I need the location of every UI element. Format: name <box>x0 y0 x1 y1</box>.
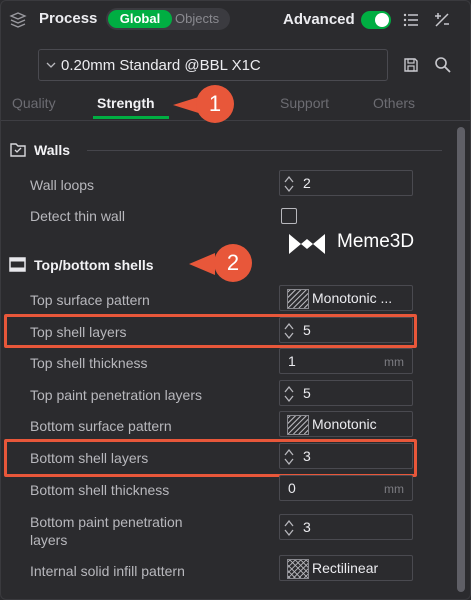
advanced-label: Advanced <box>283 11 355 28</box>
bottom-surface-pattern-label: Bottom surface pattern <box>30 418 172 434</box>
tab-quality[interactable]: Quality <box>12 95 56 111</box>
callout-1-marker: 1 <box>196 85 234 123</box>
shells-section-icon <box>9 257 26 272</box>
spinner-arrows-icon[interactable] <box>284 518 294 538</box>
save-icon[interactable] <box>403 57 419 73</box>
bottom-shell-thickness-input[interactable]: 0 mm <box>279 475 413 501</box>
search-icon[interactable] <box>434 56 451 73</box>
top-shell-layers-highlight <box>4 314 417 348</box>
spinner-arrows-icon[interactable] <box>284 384 294 404</box>
meme3d-watermark: Meme3D <box>287 229 447 259</box>
bottom-surface-pattern-value: Monotonic <box>312 416 377 432</box>
bottom-paint-penetration-label-line1: Bottom paint penetration <box>30 514 183 530</box>
bottom-surface-pattern-select[interactable]: Monotonic <box>279 411 413 437</box>
chevron-down-icon <box>46 62 56 68</box>
preset-dropdown[interactable]: 0.20mm Standard @BBL X1C <box>38 49 388 81</box>
bottom-paint-penetration-label-line2: layers <box>30 532 68 548</box>
objects-toggle-option[interactable]: Objects <box>175 10 219 28</box>
top-paint-penetration-value: 5 <box>303 385 311 401</box>
compare-icon[interactable] <box>433 11 451 29</box>
wall-loops-value: 2 <box>303 175 311 191</box>
tab-strength[interactable]: Strength <box>97 95 155 111</box>
preset-name: 0.20mm Standard @BBL X1C <box>61 57 261 74</box>
top-surface-pattern-value: Monotonic ... <box>312 290 393 306</box>
internal-solid-infill-select[interactable]: Rectilinear <box>279 555 413 581</box>
top-shell-thickness-unit: mm <box>384 355 404 369</box>
bottom-shell-thickness-value: 0 <box>288 480 296 496</box>
process-panel: Process Global Objects Advanced 0.20mm S… <box>0 0 471 600</box>
process-header: Process Global Objects Advanced <box>1 1 470 39</box>
internal-solid-infill-label: Internal solid infill pattern <box>30 563 185 579</box>
top-paint-penetration-label: Top paint penetration layers <box>30 387 202 403</box>
top-surface-pattern-select[interactable]: Monotonic ... <box>279 285 413 311</box>
advanced-switch[interactable] <box>361 11 391 29</box>
detect-thin-wall-checkbox[interactable] <box>281 208 297 224</box>
bottom-shell-thickness-unit: mm <box>384 482 404 496</box>
top-shell-thickness-input[interactable]: 1 mm <box>279 348 413 374</box>
wall-loops-stepper[interactable]: 2 <box>279 170 413 196</box>
wall-loops-label: Wall loops <box>30 177 95 193</box>
advanced-switch-knob <box>375 13 389 27</box>
rectilinear-pattern-icon <box>287 559 309 579</box>
active-tab-underline <box>93 116 169 119</box>
watermark-text: Meme3D <box>337 231 415 252</box>
spinner-arrows-icon[interactable] <box>284 174 294 194</box>
top-shell-thickness-label: Top shell thickness <box>30 355 148 371</box>
callout-2-pointer <box>189 253 215 275</box>
internal-solid-infill-value: Rectilinear <box>312 560 379 576</box>
tab-support[interactable]: Support <box>280 95 329 111</box>
detect-thin-wall-label: Detect thin wall <box>30 208 125 224</box>
monotonic-pattern-icon <box>287 415 309 435</box>
bottom-paint-penetration-value: 3 <box>303 519 311 535</box>
callout-2-marker: 2 <box>214 244 252 282</box>
bottom-shell-layers-highlight <box>4 439 417 477</box>
list-icon[interactable] <box>402 11 420 29</box>
vertical-scrollbar[interactable] <box>457 127 465 592</box>
top-surface-pattern-label: Top surface pattern <box>30 292 150 308</box>
walls-section-icon <box>10 143 26 157</box>
tab-others[interactable]: Others <box>373 95 415 111</box>
bottom-shell-thickness-label: Bottom shell thickness <box>30 482 170 498</box>
top-shell-thickness-value: 1 <box>288 353 296 369</box>
meme3d-logo-icon <box>289 234 325 254</box>
monotonic-pattern-icon <box>287 289 309 309</box>
global-objects-toggle[interactable]: Global Objects <box>106 8 230 30</box>
walls-section-title: Walls <box>34 142 71 158</box>
settings-tabs: Quality Strength Support Others <box>1 89 470 121</box>
walls-divider <box>87 150 442 151</box>
shells-section-title: Top/bottom shells <box>34 257 154 273</box>
layers-icon <box>9 12 27 28</box>
global-toggle-option[interactable]: Global <box>108 10 172 28</box>
process-title: Process <box>39 10 98 27</box>
top-paint-penetration-stepper[interactable]: 5 <box>279 380 413 406</box>
bottom-paint-penetration-stepper[interactable]: 3 <box>279 514 413 540</box>
